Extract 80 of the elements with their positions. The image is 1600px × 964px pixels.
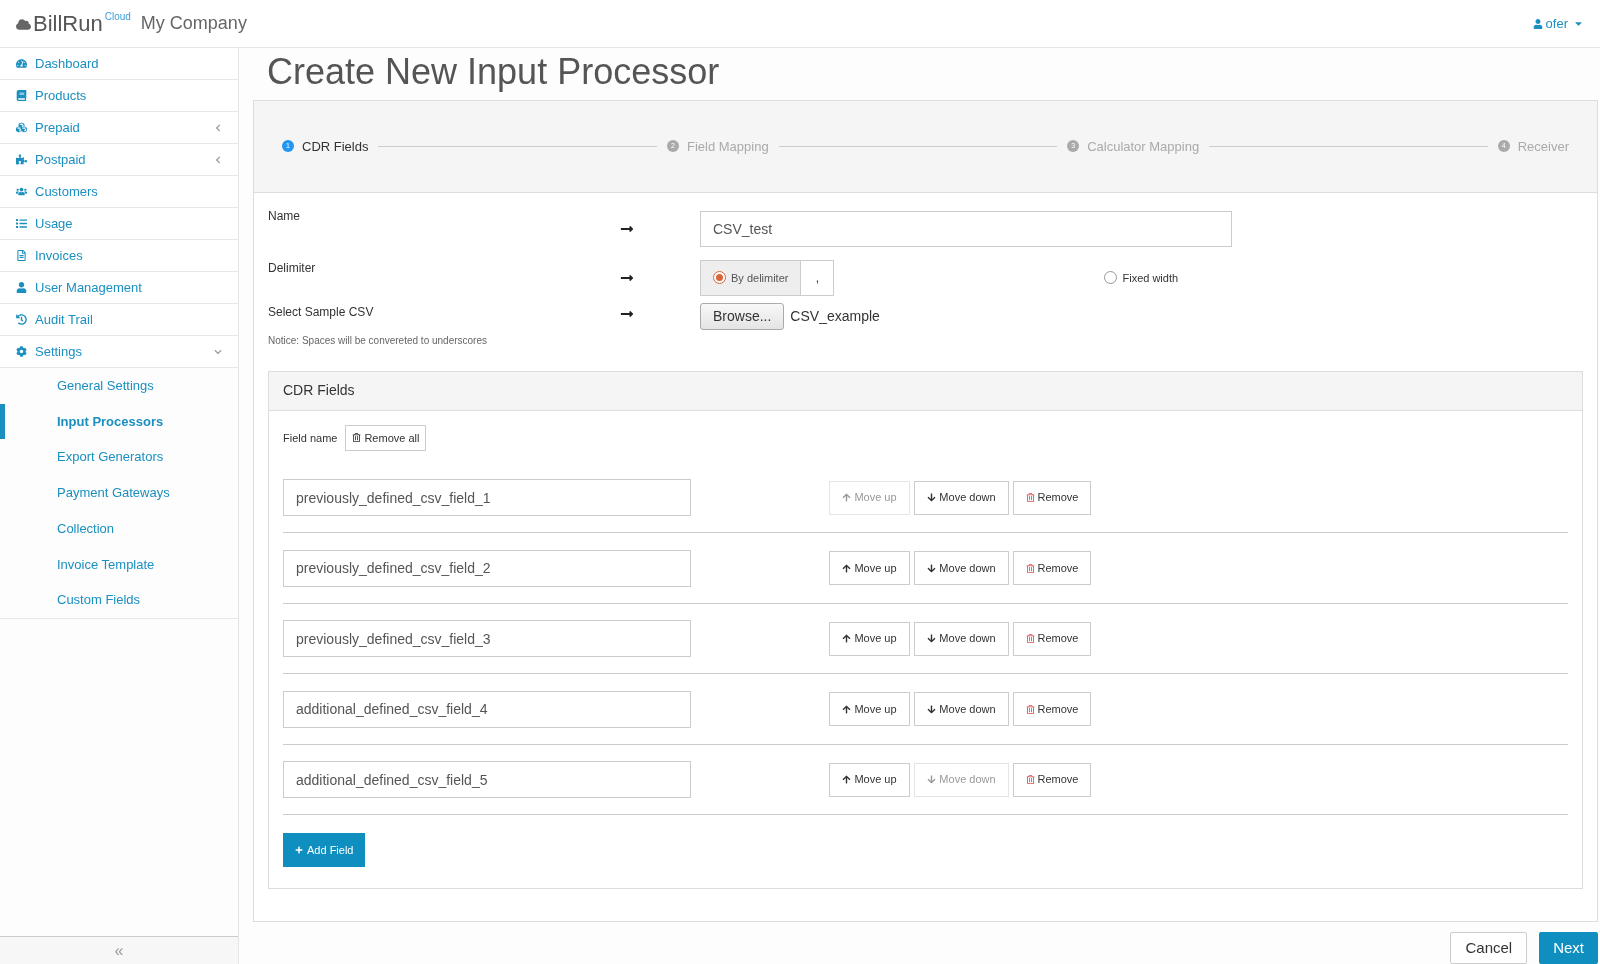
radio-label: By delimiter (731, 270, 789, 286)
cloud-logo-icon (16, 16, 31, 32)
users-icon (16, 186, 27, 197)
field-name-input[interactable]: previously_defined_csv_field_2 (283, 549, 691, 587)
list-icon (16, 218, 27, 229)
sidebar-subitem[interactable]: Custom Fields (0, 582, 238, 618)
arrow-down-icon (927, 493, 937, 503)
field-name-input[interactable]: additional_defined_csv_field_4 (283, 690, 691, 728)
remove-all-button[interactable]: Remove all (345, 424, 427, 451)
arrow-up-icon (842, 563, 852, 573)
arrow-up-icon (842, 634, 852, 644)
chevron-down-icon (214, 347, 222, 356)
field-label: Name (268, 207, 301, 225)
puzzle-piece-icon (16, 154, 27, 165)
move-down-button[interactable]: Move down (914, 480, 1009, 515)
field-label: Select Sample CSV (268, 303, 375, 321)
collapse-sidebar-button[interactable]: « (0, 936, 238, 964)
browse-button[interactable]: Browse... (700, 302, 785, 330)
remove-button[interactable]: Remove (1013, 551, 1091, 586)
trash-icon (1025, 634, 1035, 644)
history-icon (16, 314, 27, 325)
trash-icon (1025, 775, 1035, 785)
logo-text: BillRun (33, 12, 103, 35)
trash-icon (352, 433, 362, 443)
move-down-button[interactable]: Move down (914, 551, 1009, 586)
user-icon (16, 282, 27, 293)
remove-button[interactable]: Remove (1013, 480, 1091, 515)
move-up-button[interactable]: Move up (829, 621, 910, 656)
chevron-left-icon (214, 155, 222, 164)
sidebar-subitem[interactable]: General Settings (0, 368, 238, 404)
arrow-up-icon (842, 775, 852, 785)
sidebar-subitem[interactable]: Input Processors (0, 403, 238, 440)
arrow-up-icon (842, 493, 852, 503)
add-field-button[interactable]: Add Field (283, 833, 366, 868)
arrow-down-icon (927, 563, 937, 573)
notice-text: Notice: Spaces will be convereted to underscores (268, 333, 488, 348)
field-name-input[interactable]: additional_defined_csv_field_5 (283, 761, 691, 799)
trash-icon (1025, 493, 1035, 503)
sidebar-subitem[interactable]: Export Generators (0, 439, 238, 476)
panel-header: CDR Fields (269, 371, 1582, 411)
user-icon (1532, 18, 1543, 29)
radio-button[interactable] (713, 271, 726, 285)
move-down-button[interactable]: Move down (914, 692, 1009, 727)
sidebar-subitem[interactable]: Payment Gateways (0, 475, 238, 511)
company-name: My Company (140, 12, 247, 35)
arrow-up-icon (842, 704, 852, 714)
move-up-button[interactable]: Move up (829, 692, 910, 727)
plus-icon (295, 846, 303, 855)
sidebar-subitem[interactable]: Invoice Template (0, 546, 238, 583)
column-label: Field name (283, 430, 338, 446)
arrow-down-icon (927, 704, 937, 714)
remove-button[interactable]: Remove (1013, 762, 1091, 797)
field-label: Delimiter (268, 259, 317, 277)
trash-icon (1025, 704, 1035, 714)
file-name: CSV_example (790, 306, 880, 326)
field-name-input[interactable]: previously_defined_csv_field_3 (283, 620, 691, 658)
cancel-button[interactable]: Cancel (1450, 932, 1528, 964)
radio-label: Fixed width (1122, 270, 1179, 286)
move-up-button[interactable]: Move up (829, 551, 910, 586)
radio-button[interactable] (1104, 271, 1118, 285)
logo-superscript: Cloud (104, 9, 131, 24)
sidebar-subitem[interactable]: Collection (0, 510, 238, 547)
arrow-down-icon (927, 634, 937, 644)
chevron-left-icon (214, 123, 222, 132)
trash-icon (1025, 563, 1035, 573)
next-button[interactable]: Next (1539, 932, 1598, 964)
gauge-icon (16, 58, 27, 69)
book-icon (16, 90, 27, 101)
remove-button[interactable]: Remove (1013, 692, 1091, 727)
move-up-button[interactable]: Move up (829, 762, 910, 797)
cubes-icon (16, 122, 27, 133)
field-name-input[interactable]: previously_defined_csv_field_1 (283, 479, 691, 517)
name-input[interactable]: CSV_test (700, 210, 1232, 247)
move-down-button[interactable]: Move down (914, 621, 1009, 656)
page-title: Create New Input Processor (266, 49, 721, 94)
document-icon (16, 250, 27, 261)
remove-button[interactable]: Remove (1013, 621, 1091, 656)
user-menu[interactable]: ofer (1532, 13, 1584, 34)
arrow-down-icon (927, 775, 937, 785)
settings-icon (16, 346, 27, 357)
